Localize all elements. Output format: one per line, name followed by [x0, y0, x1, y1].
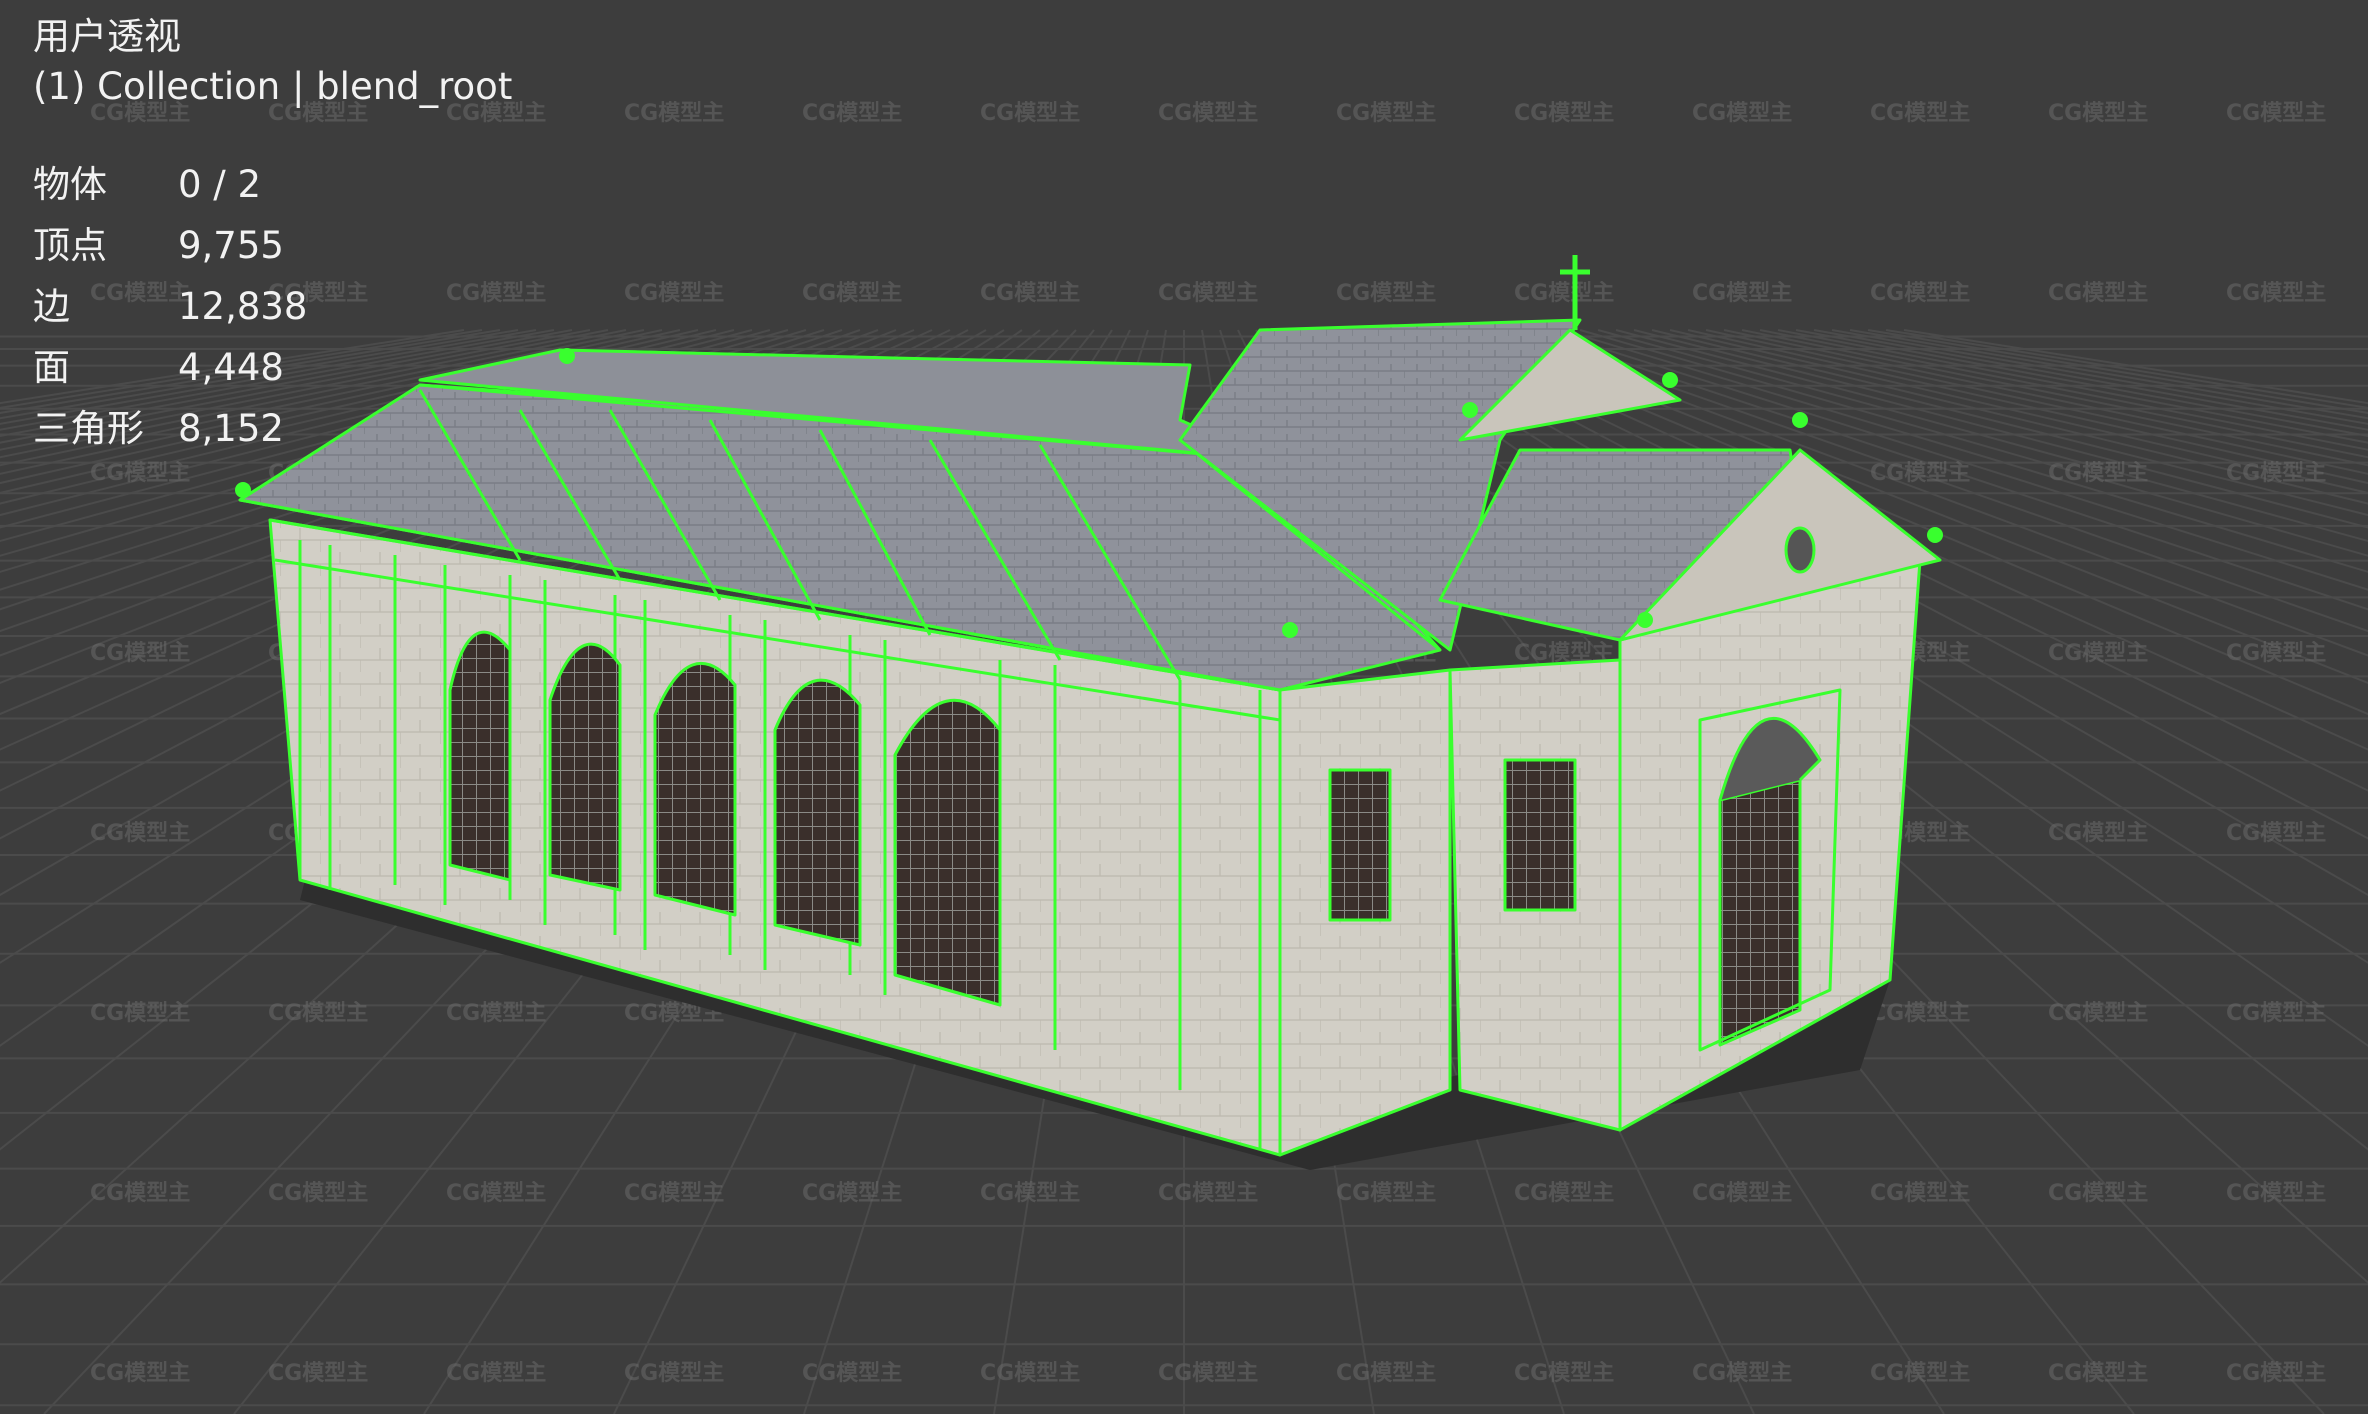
front-window — [1328, 768, 1392, 922]
svg-text:CG模型主: CG模型主 — [624, 1361, 724, 1386]
svg-text:CG模型主: CG模型主 — [2226, 641, 2326, 666]
svg-text:CG模型主: CG模型主 — [980, 1181, 1080, 1206]
stat-edges: 边 12,838 — [33, 276, 512, 337]
scene-stats: 物体 0 / 2 顶点 9,755 边 12,838 面 4,448 三角形 8… — [33, 154, 512, 459]
oculus — [1784, 526, 1816, 574]
svg-text:CG模型主: CG模型主 — [1336, 1181, 1436, 1206]
svg-text:CG模型主: CG模型主 — [2226, 1001, 2326, 1026]
svg-text:CG模型主: CG模型主 — [2048, 461, 2148, 486]
stat-faces: 面 4,448 — [33, 337, 512, 398]
svg-text:CG模型主: CG模型主 — [624, 101, 724, 126]
svg-text:CG模型主: CG模型主 — [1336, 281, 1436, 306]
stat-value: 8,152 — [178, 407, 284, 450]
svg-text:CG模型主: CG模型主 — [2226, 1361, 2326, 1386]
svg-text:CG模型主: CG模型主 — [268, 1181, 368, 1206]
svg-text:CG模型主: CG模型主 — [90, 641, 190, 666]
svg-text:CG模型主: CG模型主 — [802, 101, 902, 126]
svg-text:CG模型主: CG模型主 — [2048, 1181, 2148, 1206]
stat-value: 12,838 — [178, 285, 308, 328]
stat-objects: 物体 0 / 2 — [33, 154, 512, 215]
svg-text:CG模型主: CG模型主 — [1692, 281, 1792, 306]
stat-label: 面 — [33, 346, 70, 389]
stat-triangles: 三角形 8,152 — [33, 398, 512, 459]
svg-text:CG模型主: CG模型主 — [2048, 281, 2148, 306]
svg-text:CG模型主: CG模型主 — [1158, 281, 1258, 306]
collection-line: (1) Collection | blend_root — [33, 65, 513, 108]
svg-text:CG模型主: CG模型主 — [446, 1001, 546, 1026]
view-name: 用户透视 — [33, 15, 181, 58]
svg-text:CG模型主: CG模型主 — [1870, 1361, 1970, 1386]
svg-text:CG模型主: CG模型主 — [2226, 461, 2326, 486]
svg-text:CG模型主: CG模型主 — [1514, 101, 1614, 126]
svg-text:CG模型主: CG模型主 — [2048, 101, 2148, 126]
svg-text:CG模型主: CG模型主 — [980, 1361, 1080, 1386]
stat-label: 顶点 — [33, 224, 107, 267]
svg-text:CG模型主: CG模型主 — [1692, 1361, 1792, 1386]
svg-text:CG模型主: CG模型主 — [2226, 821, 2326, 846]
svg-text:CG模型主: CG模型主 — [90, 1181, 190, 1206]
svg-text:CG模型主: CG模型主 — [1692, 101, 1792, 126]
stat-label: 三角形 — [33, 407, 144, 450]
3d-viewport[interactable]: CG模型主 CG模型主 CG模型主 CG模型主 CG模型主 CG模型主 CG模型主 CG模型主… — [0, 0, 2368, 1414]
svg-text:CG模型主: CG模型主 — [268, 1001, 368, 1026]
svg-text:CG模型主: CG模型主 — [802, 1361, 902, 1386]
svg-text:CG模型主: CG模型主 — [1336, 101, 1436, 126]
portal-door — [1718, 778, 1802, 1047]
svg-text:CG模型主: CG模型主 — [1870, 1181, 1970, 1206]
svg-text:CG模型主: CG模型主 — [1870, 461, 1970, 486]
viewport-overlay: 用户透视 (1) Collection | blend_root 物体 0 / … — [33, 12, 512, 459]
svg-text:CG模型主: CG模型主 — [2226, 281, 2326, 306]
svg-text:CG模型主: CG模型主 — [1158, 101, 1258, 126]
svg-text:CG模型主: CG模型主 — [446, 1181, 546, 1206]
svg-text:CG模型主: CG模型主 — [1514, 281, 1614, 306]
svg-text:CG模型主: CG模型主 — [980, 101, 1080, 126]
svg-text:CG模型主: CG模型主 — [802, 1181, 902, 1206]
svg-text:CG模型主: CG模型主 — [90, 1361, 190, 1386]
svg-text:CG模型主: CG模型主 — [2048, 1001, 2148, 1026]
svg-text:CG模型主: CG模型主 — [2226, 101, 2326, 126]
svg-text:CG模型主: CG模型主 — [2048, 1361, 2148, 1386]
svg-text:CG模型主: CG模型主 — [1158, 1361, 1258, 1386]
svg-text:CG模型主: CG模型主 — [2048, 641, 2148, 666]
svg-text:CG模型主: CG模型主 — [90, 1001, 190, 1026]
svg-text:CG模型主: CG模型主 — [624, 1181, 724, 1206]
svg-text:CG模型主: CG模型主 — [446, 1361, 546, 1386]
svg-text:CG模型主: CG模型主 — [1870, 1001, 1970, 1026]
svg-text:CG模型主: CG模型主 — [1692, 1181, 1792, 1206]
svg-text:CG模型主: CG模型主 — [1514, 1181, 1614, 1206]
svg-text:CG模型主: CG模型主 — [1870, 281, 1970, 306]
svg-text:CG模型主: CG模型主 — [2226, 1181, 2326, 1206]
svg-text:CG模型主: CG模型主 — [1336, 1361, 1436, 1386]
svg-text:CG模型主: CG模型主 — [90, 461, 190, 486]
transept-window — [1503, 758, 1577, 912]
svg-text:CG模型主: CG模型主 — [90, 821, 190, 846]
stat-value: 9,755 — [178, 224, 284, 267]
svg-text:CG模型主: CG模型主 — [1158, 1181, 1258, 1206]
stat-value: 0 / 2 — [178, 163, 262, 206]
svg-text:CG模型主: CG模型主 — [2048, 821, 2148, 846]
svg-text:CG模型主: CG模型主 — [980, 281, 1080, 306]
svg-text:CG模型主: CG模型主 — [802, 281, 902, 306]
svg-text:CG模型主: CG模型主 — [1870, 101, 1970, 126]
svg-text:CG模型主: CG模型主 — [624, 281, 724, 306]
stat-vertices: 顶点 9,755 — [33, 215, 512, 276]
stat-label: 边 — [33, 285, 70, 328]
svg-text:CG模型主: CG模型主 — [268, 1361, 368, 1386]
svg-text:CG模型主: CG模型主 — [1514, 1361, 1614, 1386]
stat-label: 物体 — [33, 163, 107, 206]
stat-value: 4,448 — [178, 346, 284, 389]
